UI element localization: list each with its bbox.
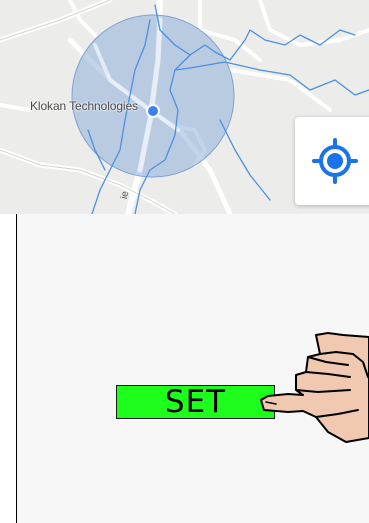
map-view[interactable]: Klokan Technologies ie xyxy=(0,0,369,214)
pointing-hand-icon xyxy=(260,332,369,443)
my-location-button[interactable] xyxy=(295,117,369,205)
set-button[interactable]: SET xyxy=(116,384,275,420)
map-road-label: ie xyxy=(119,190,132,200)
my-location-icon xyxy=(312,138,358,184)
map-place-label: Klokan Technologies xyxy=(30,99,138,113)
app-screen: Klokan Technologies ie SET xyxy=(0,0,369,523)
